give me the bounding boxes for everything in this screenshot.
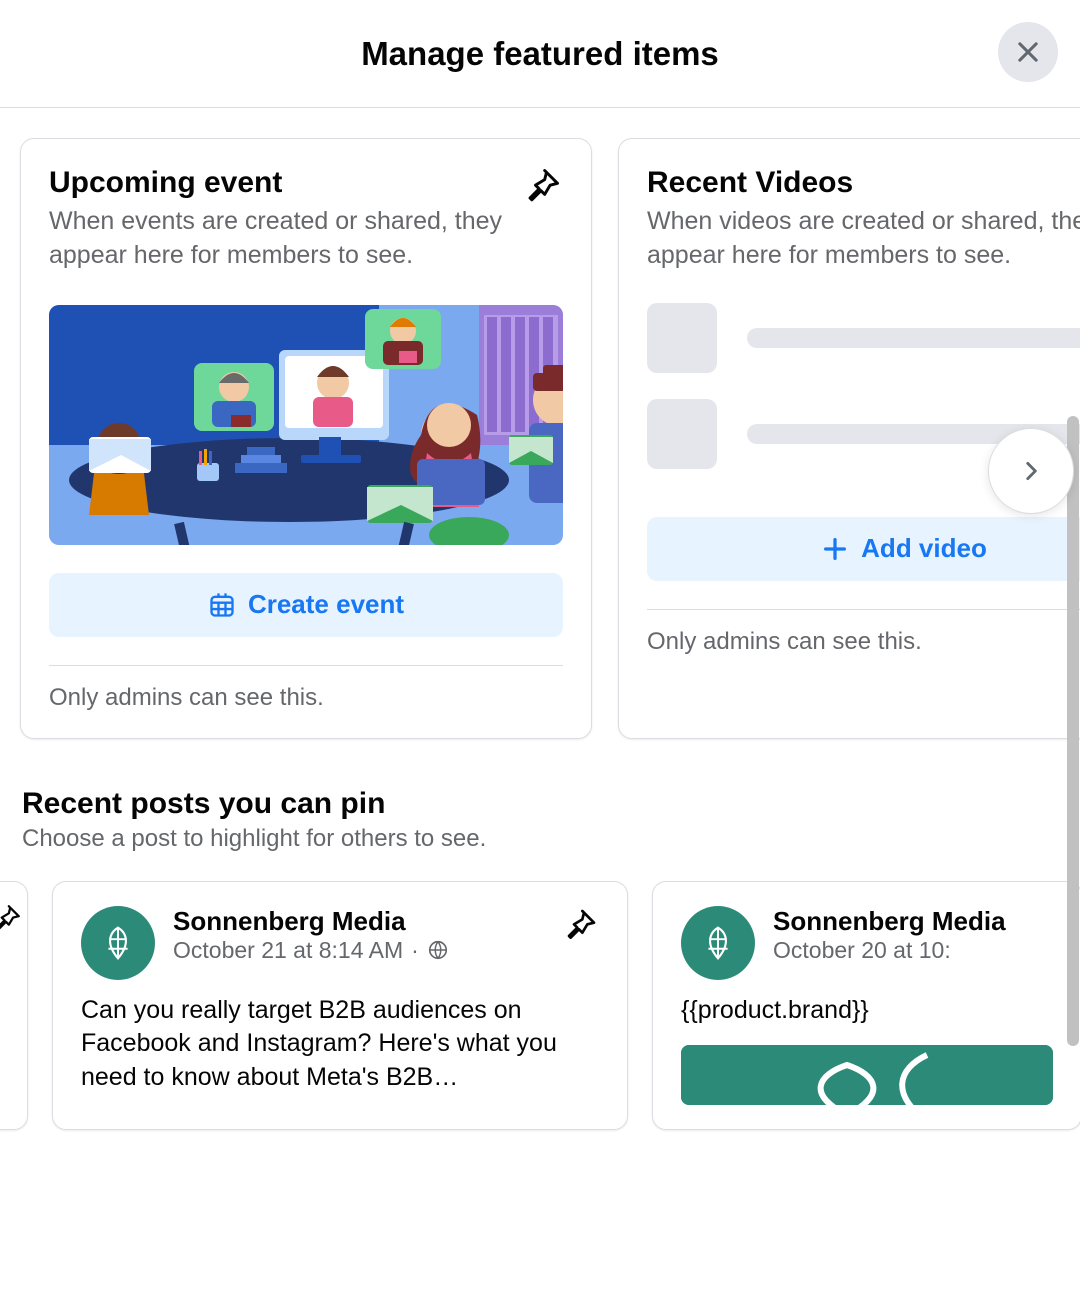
post-thumbnail — [681, 1045, 1053, 1105]
post-meta: Sonnenberg Media October 20 at 10: — [773, 906, 1053, 964]
next-card-button[interactable] — [988, 428, 1074, 514]
card-header: Recent Videos When videos are created or… — [647, 165, 1080, 273]
card-description: When events are created or shared, they … — [49, 205, 507, 273]
recent-posts-row: Sonnenberg Media October 21 at 8:14 AM ·… — [0, 881, 1080, 1131]
create-event-button[interactable]: Create event — [49, 573, 563, 637]
card-header: Upcoming event When events are created o… — [49, 165, 563, 273]
divider — [647, 609, 1080, 610]
card-title: Recent Videos — [647, 165, 1080, 201]
divider — [49, 665, 563, 666]
scrollbar[interactable] — [1067, 416, 1079, 1046]
post-header: Sonnenberg Media October 21 at 8:14 AM · — [81, 906, 599, 980]
leaf-logo-icon — [95, 920, 141, 966]
chevron-right-icon — [1018, 458, 1044, 484]
card-header-text: Recent Videos When videos are created or… — [647, 165, 1080, 273]
post-time-row: October 20 at 10: — [773, 937, 1053, 964]
admin-note: Only admins can see this. — [647, 628, 1080, 656]
event-illustration — [49, 305, 563, 545]
avatar — [81, 906, 155, 980]
video-placeholder-row — [647, 303, 1080, 373]
calendar-icon — [208, 591, 236, 619]
post-author: Sonnenberg Media — [773, 906, 1053, 937]
plus-icon — [821, 535, 849, 563]
section-subtitle: Choose a post to highlight for others to… — [22, 825, 1058, 853]
post-time-row: October 21 at 8:14 AM · — [173, 937, 541, 964]
post-time: October 21 at 8:14 AM — [173, 937, 403, 964]
pin-icon[interactable] — [519, 165, 563, 209]
dialog-header: Manage featured items — [0, 0, 1080, 108]
post-header: Sonnenberg Media October 20 at 10: — [681, 906, 1053, 980]
post-text: Can you really target B2B audiences on F… — [81, 994, 599, 1095]
post-card[interactable]: Sonnenberg Media October 21 at 8:14 AM ·… — [52, 881, 628, 1131]
dot-separator: · — [411, 937, 419, 964]
post-time: October 20 at 10: — [773, 937, 951, 964]
placeholder-thumb — [647, 303, 717, 373]
close-button[interactable] — [998, 22, 1058, 82]
post-card[interactable]: Sonnenberg Media October 20 at 10: {{pro… — [652, 881, 1080, 1131]
placeholder-thumb — [647, 399, 717, 469]
placeholder-line — [747, 328, 1080, 348]
previous-post-card-partial[interactable] — [0, 881, 28, 1131]
pin-icon — [0, 902, 23, 936]
add-video-label: Add video — [861, 533, 987, 564]
recent-posts-header: Recent posts you can pin Choose a post t… — [22, 787, 1058, 853]
post-text: {{product.brand}} — [681, 994, 1053, 1028]
leaf-logo-icon — [695, 920, 741, 966]
avatar — [681, 906, 755, 980]
create-event-label: Create event — [248, 589, 404, 620]
post-meta: Sonnenberg Media October 21 at 8:14 AM · — [173, 906, 541, 964]
card-description: When videos are created or shared, they … — [647, 205, 1080, 273]
card-title: Upcoming event — [49, 165, 507, 201]
featured-cards-row: Upcoming event When events are created o… — [20, 138, 1060, 739]
post-author: Sonnenberg Media — [173, 906, 541, 937]
pin-post-button[interactable] — [559, 906, 599, 946]
globe-icon — [427, 939, 449, 961]
dialog-title: Manage featured items — [361, 35, 719, 73]
upcoming-event-card: Upcoming event When events are created o… — [20, 138, 592, 739]
section-title: Recent posts you can pin — [22, 787, 1058, 821]
add-video-button[interactable]: Add video — [647, 517, 1080, 581]
card-header-text: Upcoming event When events are created o… — [49, 165, 507, 273]
close-icon — [1014, 38, 1042, 66]
admin-note: Only admins can see this. — [49, 684, 563, 712]
